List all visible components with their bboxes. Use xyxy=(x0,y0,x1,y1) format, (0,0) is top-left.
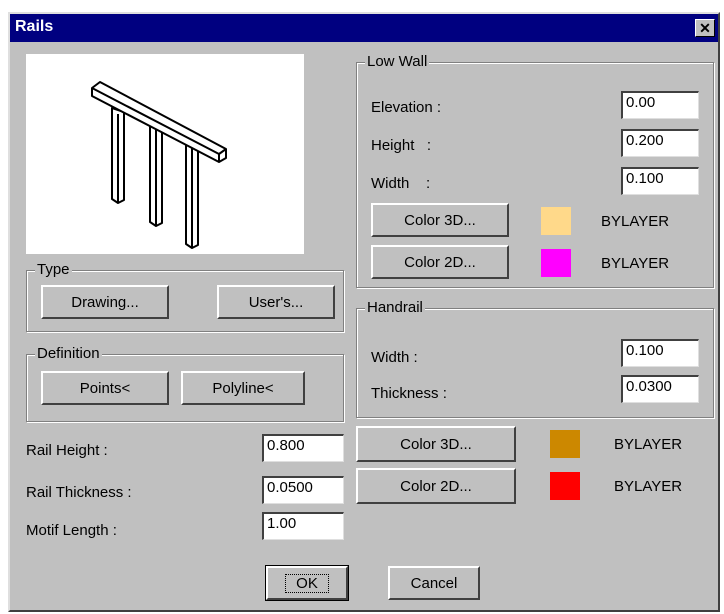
wall-width-field[interactable]: 0.100 xyxy=(621,167,699,195)
handrail-color2d-layer: BYLAYER xyxy=(614,478,683,495)
elevation-field[interactable]: 0.00 xyxy=(621,91,699,119)
handrail-width-field[interactable]: 0.100 xyxy=(621,339,699,367)
lowwall-color2d-button[interactable]: Color 2D... xyxy=(371,245,509,279)
drawing-button[interactable]: Drawing... xyxy=(41,285,169,319)
polyline-button[interactable]: Polyline< xyxy=(181,371,305,405)
handrail-width-label: Width : xyxy=(371,349,418,366)
ok-button-label: OK xyxy=(285,573,329,593)
rail-preview-image xyxy=(26,54,304,254)
cancel-button[interactable]: Cancel xyxy=(388,566,480,600)
wall-height-label: Height : xyxy=(371,137,432,154)
lowwall-color2d-layer: BYLAYER xyxy=(601,255,670,272)
type-group-legend: Type xyxy=(35,261,72,279)
rails-dialog: Rails ✕ Type Drawing... User's... Defini… xyxy=(8,12,720,612)
handrail-color2d-swatch xyxy=(550,472,580,500)
rail-thickness-label: Rail Thickness : xyxy=(26,484,132,501)
type-group: Type Drawing... User's... xyxy=(26,261,344,332)
elevation-label: Elevation : xyxy=(371,99,442,116)
wall-height-field[interactable]: 0.200 xyxy=(621,129,699,157)
lowwall-color2d-swatch xyxy=(541,249,571,277)
handrail-legend: Handrail xyxy=(365,299,425,317)
close-button[interactable]: ✕ xyxy=(695,19,715,37)
title-bar[interactable]: Rails ✕ xyxy=(10,14,718,42)
lowwall-color3d-button[interactable]: Color 3D... xyxy=(371,203,509,237)
handrail-color2d-button[interactable]: Color 2D... xyxy=(356,468,516,504)
lowwall-color3d-layer: BYLAYER xyxy=(601,213,670,230)
wall-width-label: Width : xyxy=(371,175,431,192)
motif-length-field[interactable]: 1.00 xyxy=(262,512,344,540)
users-button[interactable]: User's... xyxy=(217,285,335,319)
points-button[interactable]: Points< xyxy=(41,371,169,405)
handrail-color3d-layer: BYLAYER xyxy=(614,436,683,453)
handrail-color3d-button[interactable]: Color 3D... xyxy=(356,426,516,462)
handrail-thickness-field[interactable]: 0.0300 xyxy=(621,375,699,403)
lowwall-color3d-swatch xyxy=(541,207,571,235)
low-wall-group: Low Wall Elevation : 0.00 Height : 0.200… xyxy=(356,53,714,288)
low-wall-legend: Low Wall xyxy=(365,53,430,71)
close-icon: ✕ xyxy=(699,20,711,36)
rail-thickness-field[interactable]: 0.0500 xyxy=(262,476,344,504)
window-title: Rails xyxy=(15,18,54,35)
rail-height-field[interactable]: 0.800 xyxy=(262,434,344,462)
definition-group-legend: Definition xyxy=(35,345,102,363)
handrail-thickness-label: Thickness : xyxy=(371,385,447,402)
handrail-color3d-swatch xyxy=(550,430,580,458)
handrail-group: Handrail Width : 0.100 Thickness : 0.030… xyxy=(356,299,714,418)
rail-preview-drawing xyxy=(91,81,227,249)
ok-button[interactable]: OK xyxy=(265,565,349,601)
motif-length-label: Motif Length : xyxy=(26,522,117,539)
definition-group: Definition Points< Polyline< xyxy=(26,345,344,422)
rail-height-label: Rail Height : xyxy=(26,442,108,459)
